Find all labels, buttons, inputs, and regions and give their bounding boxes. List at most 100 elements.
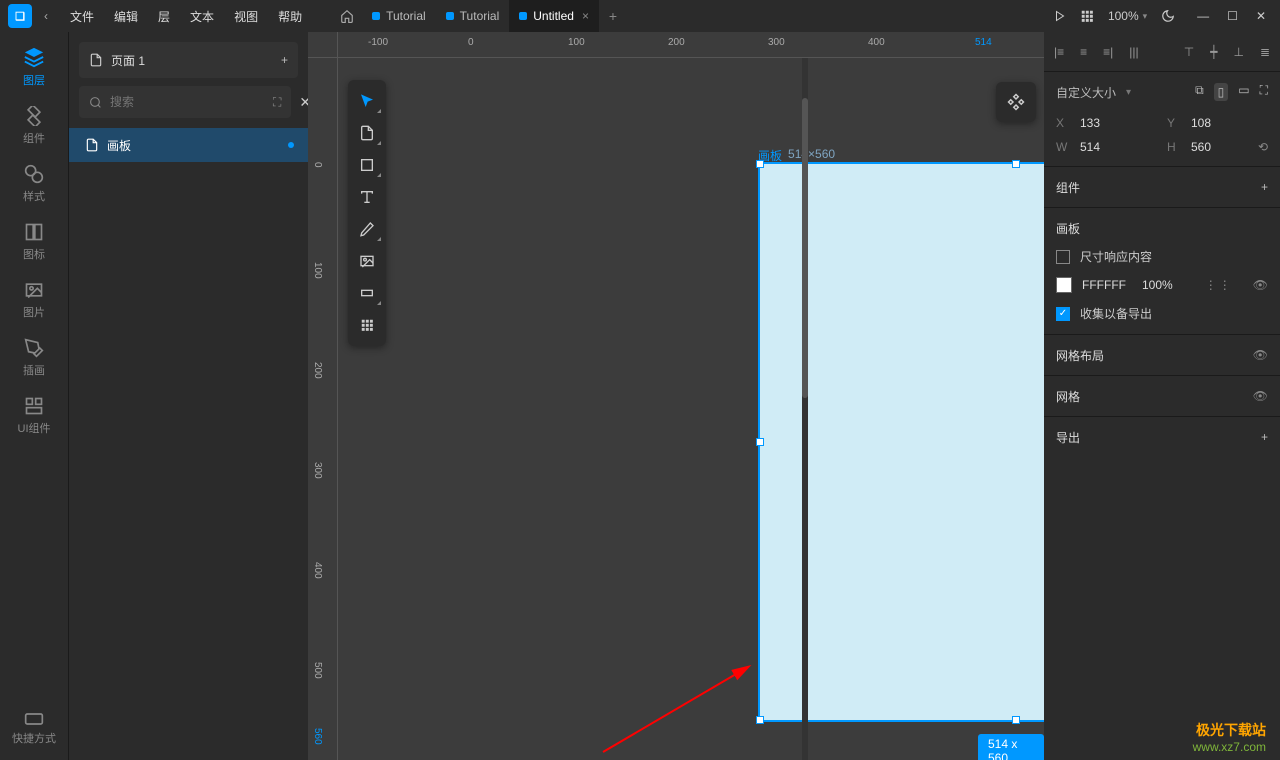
window-maximize-icon[interactable]: ☐: [1227, 9, 1238, 23]
menu-file[interactable]: 文件: [60, 8, 104, 25]
play-icon[interactable]: [1054, 10, 1066, 22]
fill-opacity-value[interactable]: 100%: [1142, 278, 1173, 292]
clip-content-icon[interactable]: ⧉: [1195, 83, 1204, 101]
expand-icon[interactable]: ⛶: [1260, 83, 1268, 101]
resize-handle[interactable]: [756, 438, 764, 446]
h-value[interactable]: 560: [1191, 140, 1211, 154]
section-title-grid: 网格: [1056, 388, 1080, 405]
sidebar-item-icons[interactable]: 图标: [23, 222, 45, 262]
add-page-icon[interactable]: +: [281, 53, 288, 67]
fill-row[interactable]: FFFFFF 100% ⋮⋮ 👁: [1056, 277, 1268, 293]
align-middle-icon[interactable]: ┿: [1210, 45, 1217, 59]
tool-image[interactable]: [350, 246, 384, 276]
add-component-icon[interactable]: +: [1261, 180, 1268, 194]
layer-item-artboard[interactable]: 画板: [69, 128, 308, 162]
chevron-down-icon[interactable]: ▾: [1126, 87, 1131, 98]
menu-edit[interactable]: 编辑: [104, 8, 148, 25]
orientation-landscape-icon[interactable]: ▭: [1238, 83, 1249, 101]
sidebar-item-ui-kits[interactable]: UI组件: [18, 396, 51, 436]
zoom-select[interactable]: 100%▾: [1108, 9, 1147, 23]
dark-mode-icon[interactable]: [1161, 9, 1175, 23]
align-toolbar: |≡ ≡ ≡| ||| ⊤ ┿ ⊥ ≣: [1044, 32, 1280, 72]
menu-help[interactable]: 帮助: [268, 8, 312, 25]
tab-untitled[interactable]: Untitled ×: [509, 0, 599, 32]
ruler-origin[interactable]: [308, 32, 338, 58]
layer-indicator-icon: [288, 142, 294, 148]
tool-pen[interactable]: [350, 214, 384, 244]
canvas[interactable]: -1000100200300400514 0100200300400500560…: [308, 32, 1044, 760]
ruler-horizontal[interactable]: -1000100200300400514: [338, 32, 1044, 58]
tool-components[interactable]: [350, 310, 384, 340]
resize-to-content-toggle[interactable]: 尺寸响应内容: [1056, 248, 1268, 265]
sidebar-item-shortcuts[interactable]: 快捷方式: [12, 712, 56, 746]
resize-handle[interactable]: [1012, 160, 1020, 168]
resize-handle[interactable]: [1012, 716, 1020, 724]
visibility-off-icon[interactable]: 👁: [1253, 389, 1268, 403]
sidebar-item-label: 图层: [23, 72, 45, 88]
tab-dot-icon: [446, 12, 454, 20]
lock-aspect-icon[interactable]: ⟲: [1258, 140, 1268, 154]
collect-export-toggle[interactable]: ✓ 收集以备导出: [1056, 305, 1268, 322]
component-drag-button[interactable]: [996, 82, 1036, 122]
tab-label: Tutorial: [460, 9, 500, 23]
resize-handle[interactable]: [756, 716, 764, 724]
tool-frame[interactable]: [350, 118, 384, 148]
sidebar-item-illustrations[interactable]: 插画: [23, 338, 45, 378]
ruler-vertical[interactable]: 0100200300400500560: [308, 58, 338, 760]
tab-label: Untitled: [533, 9, 574, 23]
tab-close-icon[interactable]: ×: [582, 9, 589, 23]
canvas-scrollbar[interactable]: [802, 58, 808, 760]
scan-icon[interactable]: ⛶: [273, 95, 281, 110]
nav-back-icon[interactable]: ‹: [38, 9, 54, 23]
tab-add-button[interactable]: +: [599, 8, 627, 24]
more-options-icon[interactable]: ⋮⋮: [1205, 278, 1233, 292]
sidebar-item-components[interactable]: 组件: [23, 106, 45, 146]
visibility-off-icon[interactable]: 👁: [1253, 348, 1268, 362]
align-bottom-icon[interactable]: ⊥: [1233, 45, 1243, 59]
align-top-icon[interactable]: ⊤: [1184, 45, 1194, 59]
align-justify-icon[interactable]: |||: [1129, 45, 1138, 59]
menu-view[interactable]: 视图: [224, 8, 268, 25]
sidebar-item-styles[interactable]: 样式: [23, 164, 45, 204]
tool-rectangle[interactable]: [350, 150, 384, 180]
page-selector[interactable]: 页面 1 +: [79, 42, 298, 78]
coord-key: W: [1056, 140, 1070, 154]
menu-layer[interactable]: 层: [148, 8, 180, 25]
sidebar-item-label: 快捷方式: [12, 730, 56, 746]
search-input[interactable]: [110, 95, 265, 109]
resize-handle[interactable]: [756, 160, 764, 168]
window-close-icon[interactable]: ✕: [1256, 9, 1266, 23]
size-preset-select[interactable]: 自定义大小: [1056, 84, 1116, 101]
align-left-icon[interactable]: |≡: [1054, 45, 1064, 59]
tool-text[interactable]: [350, 182, 384, 212]
section-title-artboard: 画板: [1056, 220, 1080, 237]
layer-search[interactable]: ⛶: [79, 86, 291, 118]
sidebar-item-images[interactable]: 图片: [23, 280, 45, 320]
orientation-portrait-icon[interactable]: ▯: [1214, 83, 1229, 101]
app-logo[interactable]: ❑: [8, 4, 32, 28]
add-export-icon[interactable]: +: [1261, 430, 1268, 444]
tool-slice[interactable]: [350, 278, 384, 308]
coord-key: H: [1167, 140, 1181, 154]
align-right-icon[interactable]: ≡|: [1103, 45, 1113, 59]
scrollbar-thumb[interactable]: [802, 98, 808, 398]
align-distribute-icon[interactable]: ≣: [1260, 45, 1270, 59]
sidebar-item-layers[interactable]: 图层: [23, 46, 45, 88]
w-value[interactable]: 514: [1080, 140, 1100, 154]
artboard-selected[interactable]: [758, 162, 1044, 722]
selection-size-badge: 514 x 560: [978, 734, 1044, 760]
sidebar-item-label: 组件: [23, 130, 45, 146]
y-value[interactable]: 108: [1191, 116, 1211, 130]
tab-home[interactable]: [332, 9, 362, 23]
tab-tutorial-2[interactable]: Tutorial: [436, 0, 510, 32]
tab-tutorial-1[interactable]: Tutorial: [362, 0, 436, 32]
fill-swatch[interactable]: [1056, 277, 1072, 293]
apps-icon[interactable]: [1080, 9, 1094, 23]
align-center-h-icon[interactable]: ≡: [1080, 45, 1087, 59]
fill-hex-value[interactable]: FFFFFF: [1082, 278, 1126, 292]
x-value[interactable]: 133: [1080, 116, 1100, 130]
menu-text[interactable]: 文本: [180, 8, 224, 25]
visibility-icon[interactable]: 👁: [1253, 278, 1268, 292]
window-minimize-icon[interactable]: —: [1197, 9, 1209, 23]
tool-select[interactable]: [350, 86, 384, 116]
